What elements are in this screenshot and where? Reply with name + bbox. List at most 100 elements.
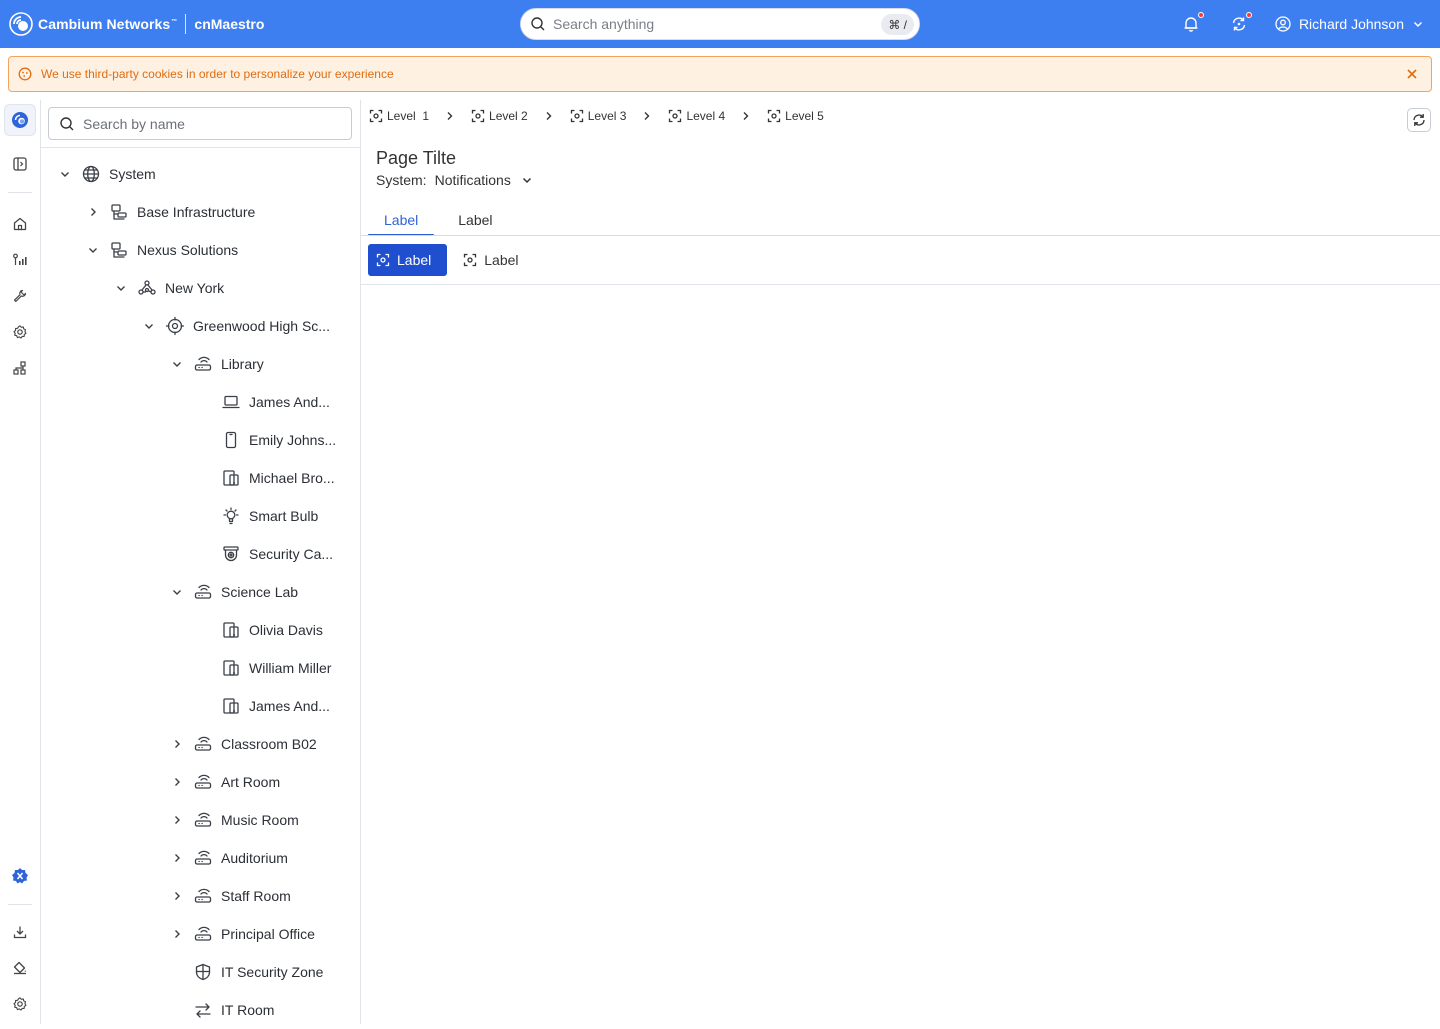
chevron-down-icon[interactable] [169, 356, 185, 372]
tree-caret-spacer [169, 1002, 185, 1018]
toolbar-button-1[interactable]: Label [368, 244, 448, 276]
tree-node[interactable]: Olivia Davis [41, 611, 361, 649]
chevron-right-icon [445, 111, 455, 121]
global-search[interactable]: ⌘ / [520, 8, 920, 40]
chevron-right-icon[interactable] [85, 204, 101, 220]
tree-node[interactable]: Art Room [41, 763, 361, 801]
chevron-right-icon[interactable] [169, 774, 185, 790]
tree-node[interactable]: Nexus Solutions [41, 231, 361, 269]
global-search-input[interactable] [553, 16, 853, 32]
rail-xpert-button[interactable] [4, 860, 36, 892]
rail-monitor-button[interactable] [4, 244, 36, 276]
cookie-banner: We use third-party cookies in order to p… [8, 56, 1432, 92]
notifications-button[interactable] [1179, 12, 1204, 36]
rail-panel-toggle-button[interactable] [4, 148, 36, 180]
rail-divider [8, 192, 32, 193]
tab-bar: Label Label [368, 208, 509, 236]
chevron-down-icon[interactable] [85, 242, 101, 258]
tree-node-label: System [109, 166, 156, 182]
main-content: Level 1 Level 2 Level 3 Level 4 Level 5 Page… [361, 100, 1440, 1024]
tree-node[interactable]: Emily Johns... [41, 421, 361, 459]
tree-node-label: New York [165, 280, 225, 296]
organization-icon [109, 202, 129, 222]
breadcrumb-label: Level 1 [387, 109, 430, 123]
focus-icon [471, 109, 485, 123]
rail-hierarchy-button[interactable] [4, 352, 36, 384]
tree-node[interactable]: Science Lab [41, 573, 361, 611]
notification-dot [1197, 12, 1204, 18]
breadcrumb-item[interactable]: Level 3 [570, 109, 627, 123]
user-menu[interactable]: Richard Johnson [1275, 16, 1424, 32]
rail-tools-button[interactable] [4, 280, 36, 312]
tree-node[interactable]: IT Room [41, 991, 361, 1029]
tree-node-label: Music Room [221, 812, 299, 828]
tree-node[interactable]: Smart Bulb [41, 497, 361, 535]
tree-caret-spacer [197, 432, 213, 448]
breadcrumb-item[interactable]: Level 5 [767, 109, 824, 123]
breadcrumb-item[interactable]: Level 2 [471, 109, 528, 123]
chevron-right-icon[interactable] [169, 850, 185, 866]
rail-download-button[interactable] [4, 916, 36, 948]
tree-caret-spacer [197, 698, 213, 714]
refresh-button[interactable] [1407, 108, 1431, 132]
network-icon [137, 278, 157, 298]
tree-node-label: Olivia Davis [249, 622, 323, 638]
close-icon[interactable] [1405, 67, 1419, 81]
brand[interactable]: Cambium Networks™ cnMaestro [8, 0, 264, 48]
toolbar-button-label: Label [484, 252, 519, 268]
rail-home-button[interactable] [4, 208, 36, 240]
tree-node[interactable]: Michael Bro... [41, 459, 361, 497]
chevron-down-icon[interactable] [113, 280, 129, 296]
router-icon [193, 810, 213, 830]
rail-settings-button[interactable] [4, 316, 36, 348]
tree-node[interactable]: Principal Office [41, 915, 361, 953]
chevron-down-icon[interactable] [141, 318, 157, 334]
tree-node-label: James And... [249, 698, 330, 714]
chevron-down-icon[interactable] [57, 166, 73, 182]
rail-preferences-button[interactable] [4, 988, 36, 1020]
tree-node[interactable]: Music Room [41, 801, 361, 839]
tree-node[interactable]: Security Ca... [41, 535, 361, 573]
tree-node[interactable]: William Miller [41, 649, 361, 687]
system-value: Notifications [434, 172, 511, 188]
tree-node-label: Michael Bro... [249, 470, 335, 486]
tree-node[interactable]: James And... [41, 687, 361, 725]
tree-node[interactable]: Library [41, 345, 361, 383]
brand-divider [185, 14, 187, 34]
tree-search-input[interactable] [83, 115, 333, 132]
bell-icon [1182, 15, 1200, 33]
router-icon [193, 924, 213, 944]
toolbar-button-2[interactable]: Label [455, 244, 534, 276]
tree-node[interactable]: Greenwood High Sc... [41, 307, 361, 345]
brand-name: Cambium Networks™ [38, 16, 178, 32]
tree-node[interactable]: System [41, 155, 361, 193]
rail-paint-button[interactable] [4, 952, 36, 984]
left-nav-rail [0, 100, 41, 1024]
tree-node[interactable]: Staff Room [41, 877, 361, 915]
tab-1[interactable]: Label [368, 208, 435, 236]
tree-node[interactable]: IT Security Zone [41, 953, 361, 991]
chevron-right-icon[interactable] [169, 888, 185, 904]
toolbar: Label Label [368, 244, 535, 276]
breadcrumb-label: Level 3 [587, 109, 627, 123]
tree-node[interactable]: James And... [41, 383, 361, 421]
devices-icon [221, 658, 241, 678]
chevron-right-icon[interactable] [169, 926, 185, 942]
chevron-right-icon[interactable] [169, 812, 185, 828]
tree-node-label: Base Infrastructure [137, 204, 256, 220]
tree-node[interactable]: Base Infrastructure [41, 193, 361, 231]
top-actions: Richard Johnson [1179, 0, 1440, 48]
rail-cambium-button[interactable] [4, 104, 36, 136]
tree-node[interactable]: Auditorium [41, 839, 361, 877]
breadcrumb-item[interactable]: Level 4 [668, 109, 725, 123]
tab-2[interactable]: Label [442, 208, 508, 236]
system-selector[interactable]: System: Notifications [376, 172, 533, 188]
chevron-down-icon[interactable] [169, 584, 185, 600]
tree-node[interactable]: Classroom B02 [41, 725, 361, 763]
tree-caret-spacer [197, 546, 213, 562]
tree-node[interactable]: New York [41, 269, 361, 307]
sync-status-button[interactable] [1227, 12, 1252, 36]
tree-search[interactable] [48, 107, 352, 140]
chevron-right-icon[interactable] [169, 736, 185, 752]
breadcrumb-item[interactable]: Level 1 [369, 109, 429, 123]
